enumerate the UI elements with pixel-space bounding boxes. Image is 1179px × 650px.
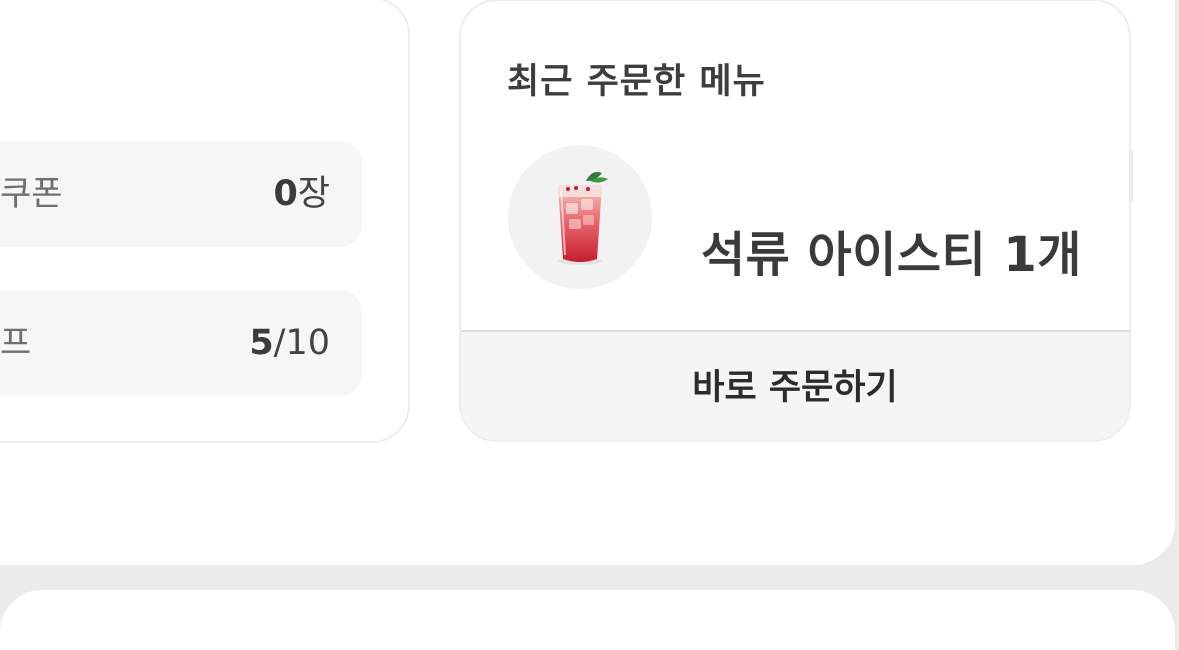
pomegranate-iced-tea-icon xyxy=(558,172,608,265)
recent-order-card: 최근 주문한 메뉴 석류 아이스티 1개 바로 주문하기 xyxy=(459,0,1131,442)
stamp-label: 프 xyxy=(0,323,32,363)
stamp-count-total: /10 xyxy=(273,323,330,363)
stamp-count-current: 5 xyxy=(249,323,274,363)
order-now-button[interactable]: 바로 주문하기 xyxy=(461,332,1129,440)
stamp-row[interactable]: 프 5/10 xyxy=(0,290,362,396)
coupon-count-value: 0 xyxy=(273,174,298,214)
next-card-edge xyxy=(1129,150,1133,202)
menu-item-name: 석류 아이스티 1개 xyxy=(701,227,1082,283)
recent-order-title: 최근 주문한 메뉴 xyxy=(507,62,766,102)
stamp-count: 5/10 xyxy=(249,290,330,396)
coupon-label: 쿠폰 xyxy=(0,174,63,214)
menu-thumbnail xyxy=(508,145,652,289)
coupon-row[interactable]: 쿠폰 0장 xyxy=(0,141,362,247)
coupon-count-unit: 장 xyxy=(297,174,330,214)
coupon-count: 0장 xyxy=(273,141,330,247)
next-section-panel xyxy=(0,590,1175,650)
